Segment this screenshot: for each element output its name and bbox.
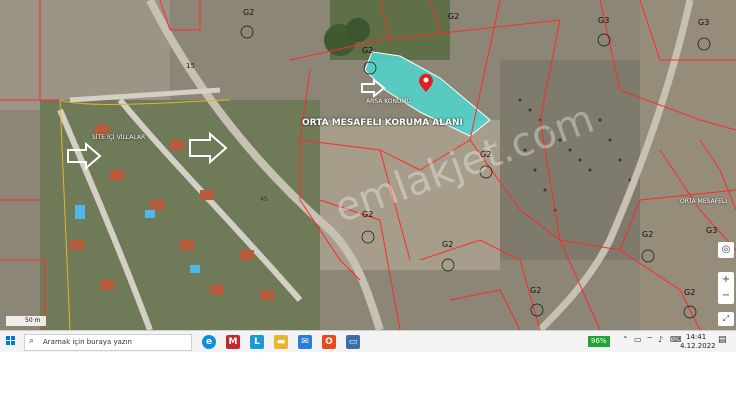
zone-label: G3 <box>698 18 710 27</box>
mcafee-icon[interactable]: M <box>226 335 240 349</box>
road-label: 15 <box>186 62 195 70</box>
taskbar: ⌕ Aramak için buraya yazın e M L ▬ ✉ O ▭… <box>0 330 736 353</box>
zoom-in-icon[interactable]: + <box>718 272 734 288</box>
notification-icon[interactable]: ▤ <box>718 335 727 345</box>
volume-icon[interactable]: ♪ <box>658 335 663 344</box>
zone-label: G3 <box>706 226 718 235</box>
zoom-out-icon[interactable]: − <box>718 288 734 304</box>
search-icon: ⌕ <box>29 336 35 346</box>
battery-icon[interactable]: ▭ <box>634 335 642 344</box>
search-box[interactable]: ⌕ Aramak için buraya yazın <box>24 334 192 351</box>
parcel-label: ARSA KONUMU <box>366 98 411 105</box>
office-icon[interactable]: O <box>322 335 336 349</box>
file-explorer-icon[interactable]: ▬ <box>274 335 288 349</box>
fullscreen-icon[interactable]: ⤢ <box>718 312 734 326</box>
satellite-map[interactable]: emlakjet.com ORTA MESAFELI KORUMA ALANI … <box>0 0 736 330</box>
windows-start-icon[interactable] <box>6 336 16 346</box>
chevron-up-icon[interactable]: ⌃ <box>622 335 629 344</box>
scale-label: 50 m <box>25 317 41 324</box>
zone-label: G2 <box>243 8 255 17</box>
app-l-icon[interactable]: L <box>250 335 264 349</box>
locate-icon[interactable]: ◎ <box>718 242 734 258</box>
wifi-icon[interactable]: ⌔ <box>646 335 654 345</box>
zone-label: G2 <box>448 12 460 21</box>
zone-label: G2 <box>684 288 696 297</box>
app-window-icon[interactable]: ▭ <box>346 335 360 349</box>
zone-label: G2 <box>362 210 374 219</box>
zone-label: G2 <box>480 150 492 159</box>
mail-icon[interactable]: ✉ <box>298 335 312 349</box>
protection-area-label: ORTA MESAFELI KORUMA ALANI <box>302 118 463 128</box>
zone-label: G2 <box>362 46 374 55</box>
battery-indicator[interactable]: 96% <box>588 336 610 347</box>
zone-label: G3 <box>598 16 610 25</box>
zone-label: G2 <box>642 230 654 239</box>
edge-icon[interactable]: e <box>202 335 216 349</box>
villa-label: SİTE İÇİ VİLLALAR <box>92 134 146 141</box>
zone-label: G2 <box>530 286 542 295</box>
blank-area <box>0 352 736 414</box>
search-placeholder: Aramak için buraya yazın <box>43 338 132 346</box>
zone-label: G2 <box>442 240 454 249</box>
road-label: 45 <box>260 196 268 203</box>
clock-time[interactable]: 14:41 <box>686 333 706 341</box>
mid-label: ORTA MESAFELI <box>680 198 728 205</box>
clock-date[interactable]: 4.12.2022 <box>680 342 716 350</box>
